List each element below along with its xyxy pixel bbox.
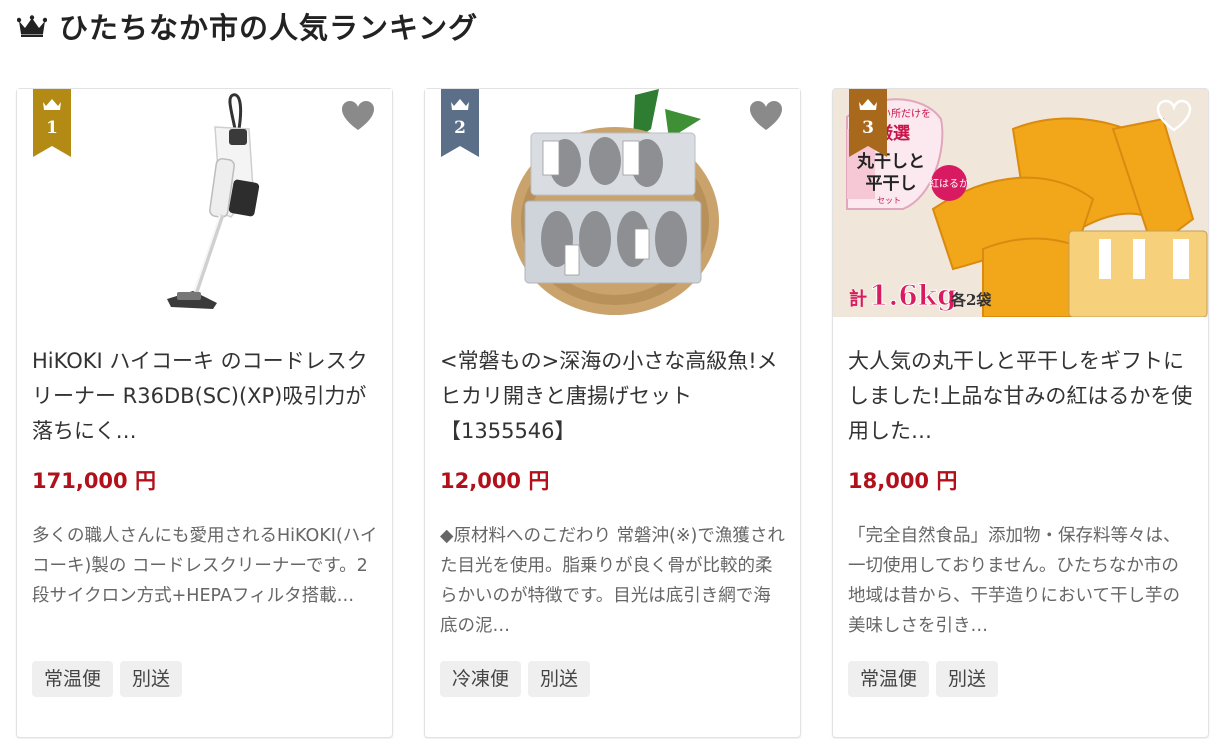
product-title[interactable]: <常磐もの>深海の小さな高級魚!メヒカリ開きと唐揚げセット【1355546】 <box>440 344 790 449</box>
shipping-tags: 常温便 別送 <box>848 661 999 697</box>
rank-number: 3 <box>862 118 874 138</box>
shipping-tags: 常温便 別送 <box>32 661 183 697</box>
product-title[interactable]: HiKOKI ハイコーキ のコードレスクリーナー R36DB(SC)(XP)吸引… <box>32 344 382 449</box>
rank-badge: 1 <box>33 89 71 157</box>
ranking-list: 1 HiKOKI ハイコーキ のコードレスクリーナー R36DB(SC)(XP)… <box>16 88 1209 738</box>
product-price: 12,000 円 <box>440 469 550 493</box>
heart-icon <box>1156 99 1192 132</box>
product-image[interactable]: 1 <box>17 89 392 317</box>
favorite-button[interactable] <box>340 99 376 133</box>
tag-shipping-type: 常温便 <box>848 661 930 697</box>
heart-icon <box>342 101 374 130</box>
heart-icon <box>750 101 782 130</box>
product-image[interactable]: 2 <box>425 89 800 317</box>
rank-badge: 2 <box>441 89 479 157</box>
rank-number: 2 <box>454 118 466 138</box>
favorite-button[interactable] <box>748 99 784 133</box>
product-title[interactable]: 大人気の丸干しと平干しをギフトにしました!上品な甘みの紅はるかを使用した… <box>848 344 1198 449</box>
tag-shipping-type: 常温便 <box>32 661 114 697</box>
product-price: 171,000 円 <box>32 469 156 493</box>
shipping-tags: 冷凍便 別送 <box>440 661 591 697</box>
ranking-card-3[interactable]: 美味しい所だけを 厳選 丸干しと 平干し セット 紅はるか 計 1.6kg 各2… <box>832 88 1209 738</box>
label-variety: 紅はるか <box>929 178 969 190</box>
rank-badge: 3 <box>849 89 887 157</box>
dried-sweet-potato-image: 美味しい所だけを 厳選 丸干しと 平干し セット 紅はるか 計 1.6kg 各2… <box>833 89 1208 317</box>
label-line-3: セット <box>877 196 901 205</box>
fish-basket-image <box>499 89 729 317</box>
section-heading: ひたちなか市の人気ランキング <box>17 6 478 46</box>
product-price: 18,000 円 <box>848 469 958 493</box>
favorite-button[interactable] <box>1156 99 1192 133</box>
tag-shipping-type: 冷凍便 <box>440 661 522 697</box>
product-image[interactable]: 美味しい所だけを 厳選 丸干しと 平干し セット 紅はるか 計 1.6kg 各2… <box>833 89 1208 317</box>
ranking-card-2[interactable]: 2 <常磐もの>深海の小さな高級魚!メヒカリ開きと唐揚げセット【1355546】… <box>424 88 801 738</box>
product-description: ◆原材料へのこだわり 常磐沖(※)で漁獲された目光を使用。脂乗りが良く骨が比較的… <box>440 526 785 636</box>
label-weight: 1.6kg <box>869 279 957 312</box>
product-description: 「完全自然食品」添加物・保存料等々は、一切使用しておりません。ひたちなか市の地域… <box>848 526 1181 636</box>
tag-separate: 別送 <box>528 661 591 697</box>
tag-separate: 別送 <box>936 661 999 697</box>
label-pack: 各2袋 <box>950 291 992 309</box>
product-description: 多くの職人さんにも愛用されるHiKOKI(ハイコーキ)製の コードレスクリーナー… <box>32 526 378 606</box>
tag-separate: 別送 <box>120 661 183 697</box>
ranking-card-1[interactable]: 1 HiKOKI ハイコーキ のコードレスクリーナー R36DB(SC)(XP)… <box>16 88 393 738</box>
vacuum-cleaner-image <box>167 93 260 309</box>
section-title: ひたちなか市の人気ランキング <box>59 11 479 45</box>
label-weight-prefix: 計 <box>849 288 867 310</box>
label-line-2: 平干し <box>866 174 917 194</box>
rank-number: 1 <box>46 118 58 138</box>
crown-icon <box>17 15 47 37</box>
